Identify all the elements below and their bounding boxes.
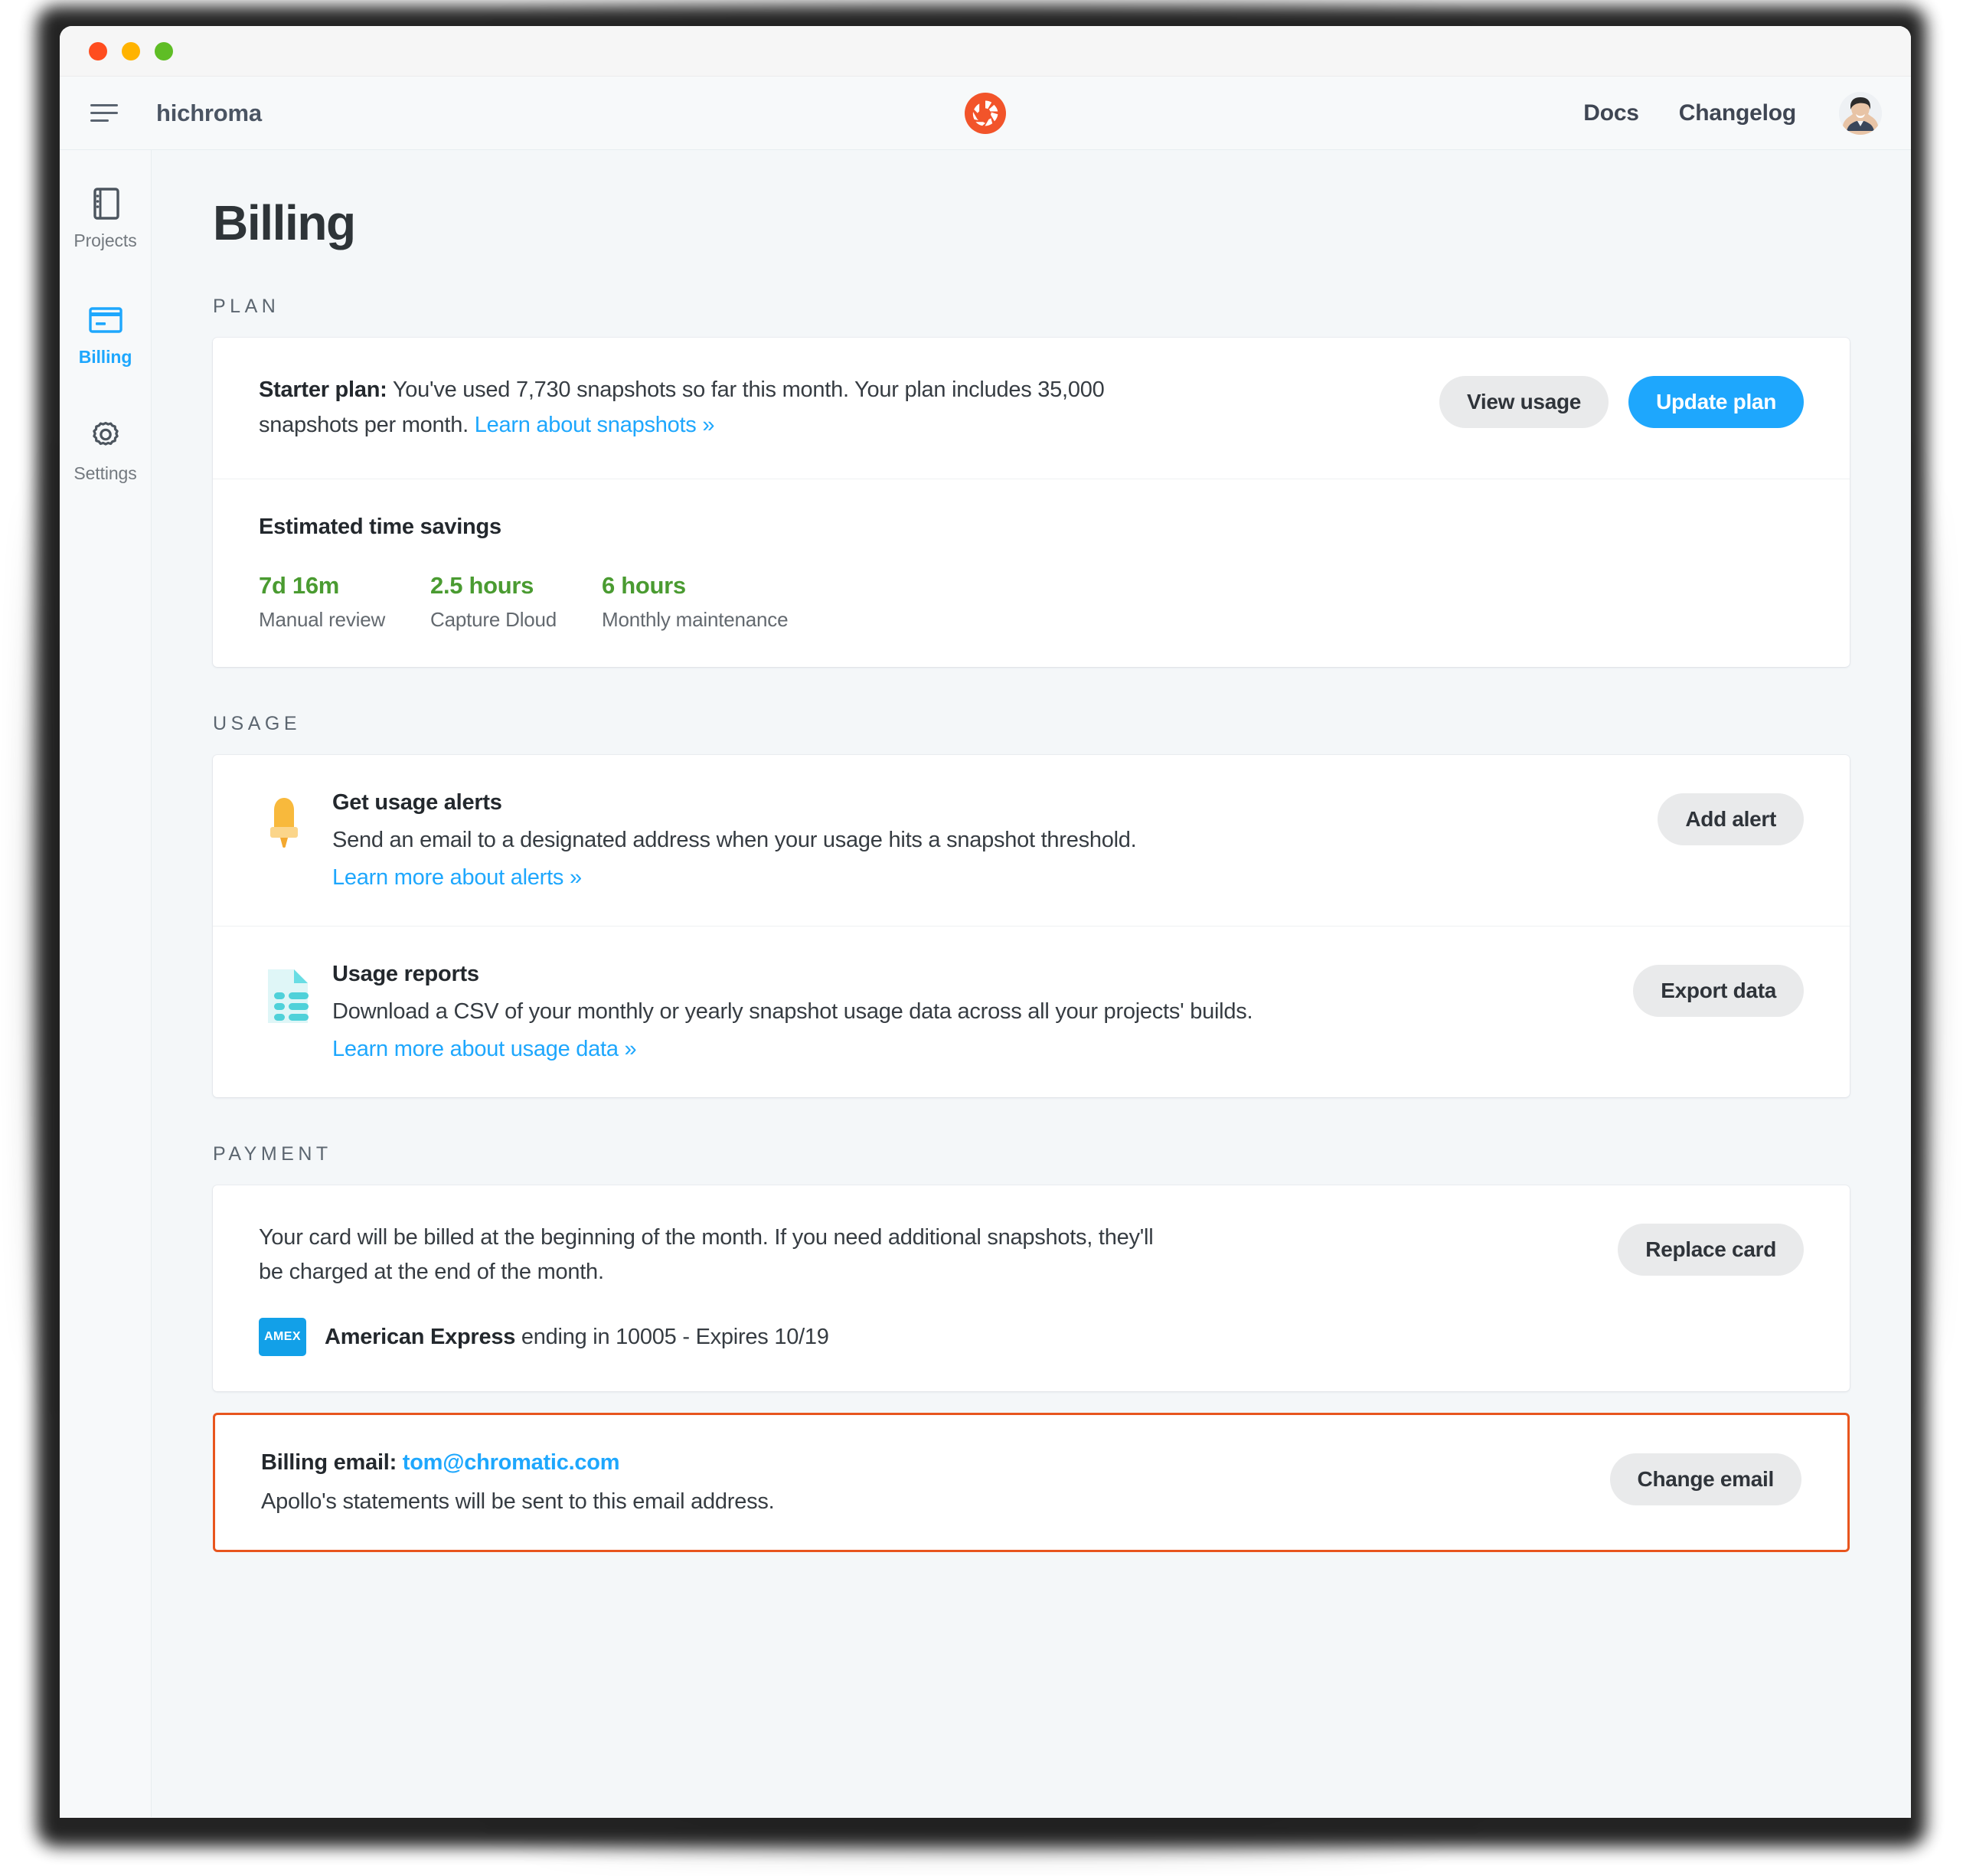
- sidebar-item-projects[interactable]: Projects: [60, 187, 151, 251]
- payment-method-row: Your card will be billed at the beginnin…: [213, 1185, 1850, 1392]
- billing-email-address[interactable]: tom@chromatic.com: [403, 1450, 620, 1475]
- savings-stat: 6 hours Monthly maintenance: [602, 571, 789, 632]
- usage-reports-row: Usage reports Download a CSV of your mon…: [213, 925, 1850, 1097]
- org-name: hichroma: [156, 99, 262, 126]
- usage-alerts-row: Get usage alerts Send an email to a desi…: [213, 755, 1850, 926]
- learn-more-usage-data-link[interactable]: Learn more about usage data »: [332, 1037, 1602, 1062]
- savings-value: 7d 16m: [259, 571, 340, 599]
- usage-reports-description: Download a CSV of your monthly or yearly…: [332, 998, 1253, 1024]
- payment-card: Your card will be billed at the beginnin…: [213, 1185, 1850, 1392]
- sidebar-item-label: Billing: [78, 347, 132, 367]
- plan-description: Starter plan: You've used 7,730 snapshot…: [259, 373, 1162, 443]
- hamburger-icon[interactable]: [90, 97, 122, 129]
- savings-stat: 7d 16m Manual review: [259, 572, 430, 632]
- document-list-icon: [259, 962, 332, 1028]
- savings-stat: 2.5 hours Capture Dloud: [430, 572, 602, 632]
- billing-email-actions: Change email: [1609, 1450, 1801, 1506]
- usage-card: Get usage alerts Send an email to a desi…: [213, 754, 1850, 1097]
- add-alert-button[interactable]: Add alert: [1658, 793, 1804, 845]
- usage-alerts-description: Send an email to a designated address wh…: [332, 827, 1137, 852]
- sidebar: Projects Billing Settings: [60, 150, 152, 1817]
- main-content: Billing PLAN Starter plan: You've used 7…: [152, 150, 1911, 1817]
- card-detail: ending in 10005 - Expires 10/19: [515, 1324, 829, 1349]
- header-links: Docs Changelog: [1583, 91, 1882, 135]
- sidebar-item-billing[interactable]: Billing: [60, 303, 151, 368]
- credit-card-icon: [88, 303, 122, 337]
- billing-email-line: Billing email: tom@chromatic.com: [261, 1450, 1579, 1476]
- window-maximize-button[interactable]: [155, 41, 173, 60]
- usage-alerts-actions: Add alert: [1658, 790, 1804, 845]
- update-plan-button[interactable]: Update plan: [1628, 376, 1804, 428]
- usage-alerts-title: Get usage alerts: [332, 789, 502, 815]
- change-email-button[interactable]: Change email: [1609, 1453, 1801, 1506]
- usage-reports-actions: Export data: [1633, 962, 1804, 1017]
- savings-value: 2.5 hours: [430, 571, 534, 599]
- card-brand: American Express: [325, 1324, 516, 1349]
- export-data-button[interactable]: Export data: [1633, 964, 1804, 1017]
- page-title: Billing: [213, 195, 356, 250]
- window-minimize-button[interactable]: [122, 41, 140, 60]
- billing-note: Your card will be billed at the beginnin…: [259, 1224, 1154, 1285]
- time-savings-title: Estimated time savings: [259, 514, 501, 539]
- usage-reports-title: Usage reports: [332, 961, 479, 986]
- card-description: American Express ending in 10005 - Expir…: [325, 1325, 829, 1350]
- time-savings-grid: 7d 16m Manual review 2.5 hours Capture D…: [259, 572, 1773, 632]
- billing-email-row: Billing email: tom@chromatic.com Apollo'…: [215, 1415, 1847, 1550]
- chromatic-logo: [965, 92, 1006, 134]
- plan-summary-row: Starter plan: You've used 7,730 snapshot…: [213, 338, 1850, 479]
- gear-icon: [89, 420, 122, 453]
- card-on-file: AMEX American Express ending in 10005 - …: [259, 1318, 1587, 1357]
- payment-actions: Replace card: [1618, 1221, 1804, 1276]
- savings-label: Monthly maintenance: [602, 607, 789, 631]
- plan-card: Starter plan: You've used 7,730 snapshot…: [213, 338, 1850, 667]
- time-savings-row: Estimated time savings 7d 16m Manual rev…: [213, 478, 1850, 667]
- savings-label: Capture Dloud: [430, 607, 557, 631]
- notebook-icon: [90, 187, 121, 221]
- billing-email-note: Apollo's statements will be sent to this…: [261, 1489, 775, 1515]
- view-usage-button[interactable]: View usage: [1439, 376, 1609, 428]
- sidebar-item-settings[interactable]: Settings: [60, 420, 151, 484]
- window-titlebar: [60, 26, 1911, 77]
- browser-window: hichroma Docs Changelog Projects Billing…: [60, 26, 1911, 1818]
- sidebar-item-label: Settings: [73, 463, 137, 483]
- bell-icon: [259, 790, 332, 851]
- replace-card-button[interactable]: Replace card: [1618, 1223, 1804, 1276]
- plan-name: Starter plan:: [259, 377, 387, 402]
- learn-more-alerts-link[interactable]: Learn more about alerts »: [332, 865, 1627, 891]
- app-header: hichroma Docs Changelog: [60, 77, 1911, 150]
- learn-about-snapshots-link[interactable]: Learn about snapshots »: [475, 413, 715, 437]
- plan-actions: View usage Update plan: [1439, 373, 1804, 428]
- section-label-plan: PLAN: [213, 296, 280, 317]
- avatar[interactable]: [1839, 91, 1882, 135]
- savings-label: Manual review: [259, 607, 386, 631]
- section-label-payment: PAYMENT: [213, 1142, 332, 1165]
- sidebar-item-label: Projects: [73, 230, 137, 250]
- section-label-usage: USAGE: [213, 712, 302, 734]
- billing-email-label: Billing email:: [261, 1450, 397, 1476]
- billing-email-card: Billing email: tom@chromatic.com Apollo'…: [213, 1413, 1850, 1553]
- nav-link-docs[interactable]: Docs: [1583, 100, 1639, 126]
- app-body: Projects Billing Settings Billing PLAN S…: [60, 150, 1911, 1817]
- amex-badge: AMEX: [259, 1318, 306, 1357]
- savings-value: 6 hours: [602, 571, 686, 599]
- window-close-button[interactable]: [89, 41, 107, 60]
- nav-link-changelog[interactable]: Changelog: [1679, 100, 1796, 126]
